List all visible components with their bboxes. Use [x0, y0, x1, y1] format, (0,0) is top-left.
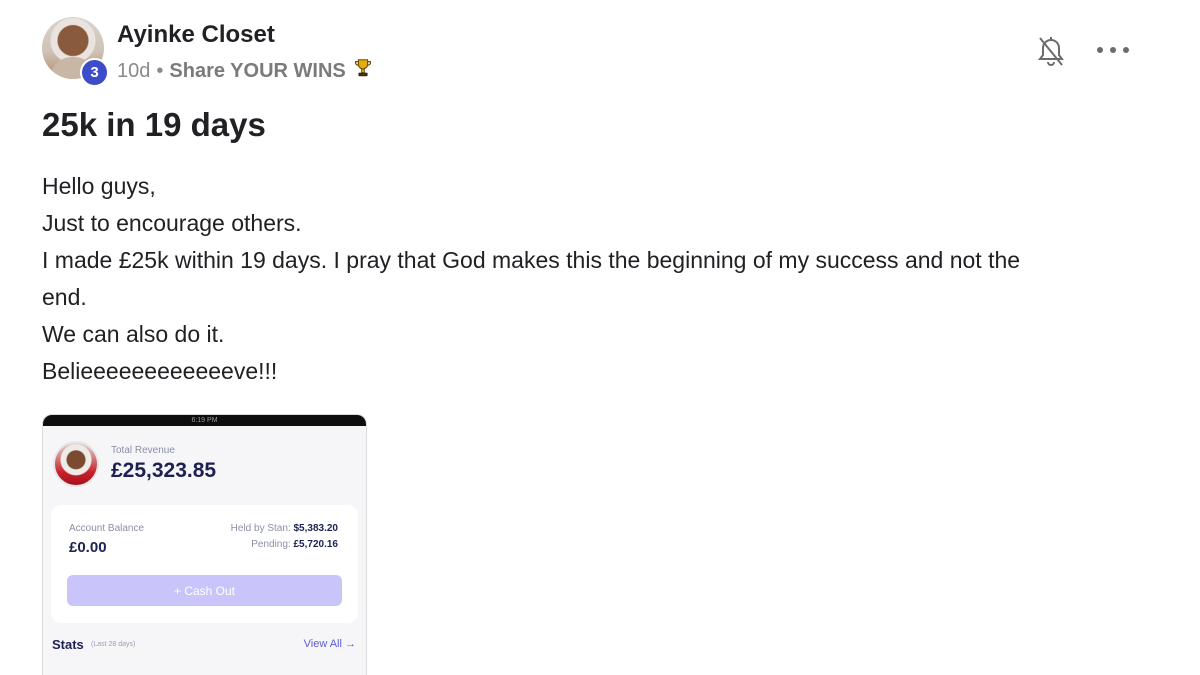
more-horizontal-icon[interactable]	[1097, 43, 1129, 57]
balance-card: Account Balance £0.00 Held by Stan: $5,3…	[51, 505, 358, 623]
post-header: 3 Ayinke Closet 10d • Share YOUR WINS	[42, 17, 1142, 87]
post-time: 10d	[117, 59, 151, 82]
post-meta: 10d • Share YOUR WINS	[117, 57, 374, 85]
post-body: Hello guys, Just to encourage others. I …	[42, 168, 1142, 390]
held-value: $5,383.20	[293, 523, 339, 534]
stats-period: (Last 28 days)	[91, 641, 136, 648]
category-link[interactable]: Share YOUR WINS	[169, 60, 345, 83]
bell-off-icon[interactable]	[1036, 35, 1066, 69]
image-attachment[interactable]: 6:19 PM Total Revenue £25,323.85 Account…	[42, 414, 367, 675]
author-avatar-group[interactable]: 3	[42, 17, 109, 87]
pending-amount: Pending: £5,720.16	[251, 539, 338, 550]
revenue-summary: Total Revenue £25,323.85	[51, 441, 358, 501]
store-avatar	[53, 441, 99, 487]
body-line: We can also do it.	[42, 321, 225, 347]
pending-value: £5,720.16	[293, 539, 339, 550]
meta-separator: •	[156, 59, 164, 82]
total-revenue-label: Total Revenue	[111, 445, 175, 456]
cash-out-button: + Cash Out	[67, 575, 342, 606]
stats-header: Stats (Last 28 days) View All →	[51, 633, 358, 663]
phone-status-bar: 6:19 PM	[43, 415, 366, 426]
post-title: 25k in 19 days	[42, 106, 266, 143]
level-badge: 3	[80, 58, 109, 87]
body-line: I made £25k within 19 days. I pray that …	[42, 247, 1021, 273]
total-revenue-value: £25,323.85	[111, 459, 217, 482]
view-all-link: View All →	[303, 638, 356, 650]
body-line: Hello guys,	[42, 173, 156, 199]
held-label: Held by Stan:	[230, 523, 291, 534]
account-balance-value: £0.00	[69, 539, 107, 556]
pending-label: Pending:	[251, 539, 291, 550]
body-line: end.	[42, 284, 87, 310]
trophy-icon	[352, 57, 374, 85]
body-line: Belieeeeeeeeeeeeve!!!	[42, 358, 278, 384]
more-dot	[1097, 47, 1103, 53]
revenue-screen: Total Revenue £25,323.85 Account Balance…	[43, 426, 366, 663]
held-by-stan: Held by Stan: $5,383.20	[231, 523, 338, 534]
more-dot	[1123, 47, 1129, 53]
stats-title: Stats	[52, 637, 84, 652]
author-name[interactable]: Ayinke Closet	[117, 21, 275, 49]
account-balance-label: Account Balance	[69, 523, 145, 534]
body-line: Just to encourage others.	[42, 210, 302, 236]
more-dot	[1110, 47, 1116, 53]
